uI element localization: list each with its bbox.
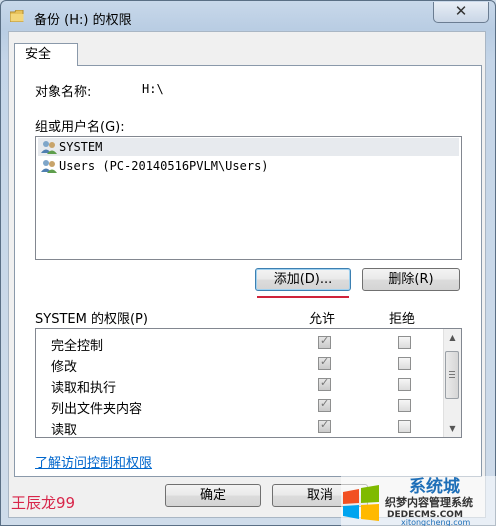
list-item-label: SYSTEM: [59, 140, 103, 154]
close-button[interactable]: ✕: [433, 2, 489, 23]
logo-subtitle: 织梦内容管理系统: [385, 495, 473, 509]
highlight-underline: [257, 296, 349, 298]
scroll-thumb[interactable]: [445, 351, 459, 399]
permission-name: 读取和执行: [51, 381, 117, 396]
permission-row: 读取: [36, 416, 441, 437]
site-logo: 系统城 织梦内容管理系统 DEDECMS.COM xitongcheng.com: [341, 476, 496, 526]
ok-button[interactable]: 确定: [165, 484, 261, 507]
permission-row: 读取和执行: [36, 374, 441, 396]
allow-checkbox[interactable]: [318, 418, 331, 433]
folder-icon: [10, 10, 24, 22]
deny-checkbox[interactable]: [398, 357, 411, 370]
users-icon: [41, 141, 57, 154]
logo-title: 系统城: [409, 476, 460, 497]
list-item-users[interactable]: Users (PC-20140516PVLM\Users): [38, 157, 459, 175]
deny-checkbox[interactable]: [398, 336, 411, 349]
title-bar: 备份 (H:) 的权限 ✕: [1, 1, 495, 33]
allow-column-header: 允许: [309, 312, 336, 327]
logo-url: xitongcheng.com: [401, 518, 471, 526]
scroll-down-icon[interactable]: ▼: [444, 420, 461, 437]
scroll-up-icon[interactable]: ▲: [444, 329, 461, 346]
allow-checkbox[interactable]: [318, 376, 331, 391]
permission-name: 列出文件夹内容: [51, 402, 143, 417]
list-item-system[interactable]: SYSTEM: [38, 138, 459, 156]
permission-row: 修改: [36, 353, 441, 375]
permission-name: 读取: [51, 423, 78, 438]
object-name-value: H:\: [142, 82, 164, 96]
add-button[interactable]: 添加(D)...: [255, 268, 351, 291]
groups-label: 组或用户名(G):: [35, 120, 125, 135]
list-item-label: Users (PC-20140516PVLM\Users): [59, 159, 269, 173]
tab-security[interactable]: 安全: [14, 43, 78, 66]
allow-checkbox[interactable]: [318, 334, 331, 349]
permissions-label: SYSTEM 的权限(P): [35, 312, 148, 327]
permission-name: 修改: [51, 360, 78, 375]
help-link[interactable]: 了解访问控制和权限: [35, 452, 152, 471]
users-icon: [41, 160, 57, 173]
window-title: 备份 (H:) 的权限: [34, 13, 132, 28]
remove-button[interactable]: 删除(R): [362, 268, 460, 291]
permission-name: 完全控制: [51, 339, 104, 354]
deny-checkbox[interactable]: [398, 399, 411, 412]
group-user-list[interactable]: SYSTEM Users (PC-20140516PVLM\Users): [35, 136, 462, 260]
allow-checkbox[interactable]: [318, 397, 331, 412]
permissions-scrollbar[interactable]: ▲ ▼: [443, 329, 461, 437]
watermark-text: 王辰龙99: [11, 494, 76, 512]
deny-checkbox[interactable]: [398, 420, 411, 433]
permission-row: 完全控制: [36, 332, 441, 354]
deny-column-header: 拒绝: [389, 312, 416, 327]
permission-row: 列出文件夹内容: [36, 395, 441, 417]
object-name-label: 对象名称:: [35, 85, 92, 100]
deny-checkbox[interactable]: [398, 378, 411, 391]
allow-checkbox[interactable]: [318, 355, 331, 370]
permissions-list: 完全控制 修改 读取和执行 列出文件夹内容 读取 ▲ ▼: [35, 328, 462, 438]
